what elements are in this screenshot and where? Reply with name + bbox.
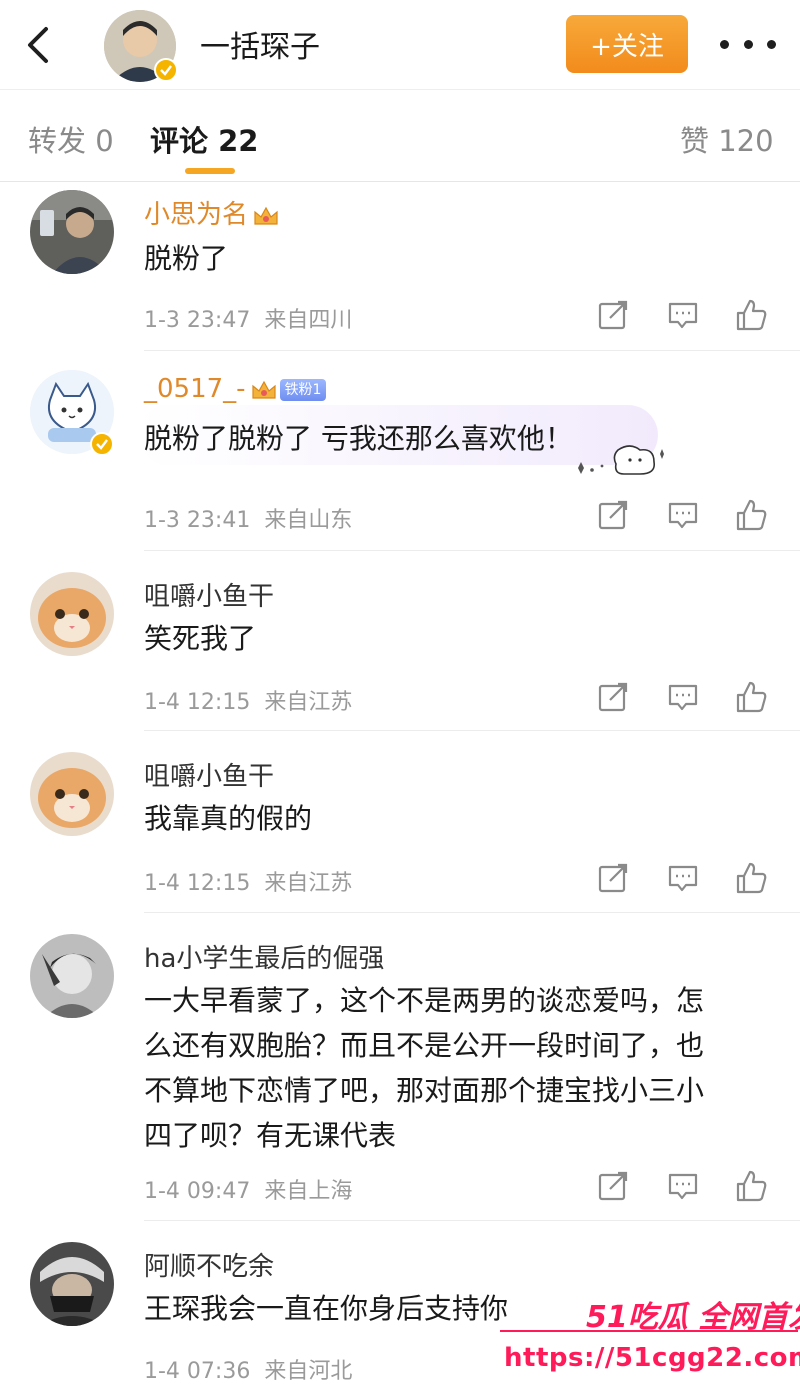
comment-text: 一大早看蒙了，这个不是两男的谈恋爱吗，怎 么还有双胞胎？而且不是公开一段时间了，…	[144, 978, 764, 1158]
dot-icon	[767, 39, 776, 49]
verified-badge-icon	[154, 58, 178, 82]
comment-actions	[596, 298, 776, 334]
thumbs-up-icon[interactable]	[734, 1169, 768, 1203]
comment-text: 脱粉了	[144, 242, 229, 275]
commenter-avatar[interactable]	[30, 190, 114, 274]
commenter-name[interactable]: 咀嚼小鱼干	[144, 576, 274, 613]
sparkle-bear-icon	[578, 445, 664, 475]
dot-icon	[743, 39, 753, 49]
commenter-name[interactable]: 小思为名	[144, 194, 280, 231]
tab-reposts[interactable]: 转发 0	[28, 118, 114, 160]
commenter-name[interactable]: 阿顺不吃余	[144, 1246, 274, 1283]
more-options-button[interactable]	[720, 26, 776, 62]
crown-badge-icon	[252, 204, 280, 228]
commenter-avatar[interactable]	[30, 934, 114, 1018]
share-icon[interactable]	[596, 680, 630, 714]
chevron-left-icon	[28, 27, 48, 63]
comment-text: 脱粉了脱粉了 亏我还那么喜欢他！	[144, 422, 573, 455]
share-icon[interactable]	[596, 861, 630, 895]
comment-text-line: 四了呗？有无课代表	[144, 1119, 397, 1152]
fan-level-badge: 铁粉1	[279, 378, 327, 401]
commenter-name[interactable]: 咀嚼小鱼干	[144, 756, 274, 793]
crown-badge-icon	[250, 378, 278, 402]
commenter-avatar[interactable]	[30, 572, 114, 656]
comment-meta: 1-4 12:15 来自江苏	[144, 690, 353, 715]
share-icon[interactable]	[596, 1169, 630, 1203]
comment-text-line: 么还有双胞胎？而且不是公开一段时间了，也	[144, 1029, 705, 1062]
comment-icon[interactable]	[666, 861, 700, 895]
tab-comments[interactable]: 评论 22	[150, 118, 258, 160]
commenter-avatar[interactable]	[30, 1242, 114, 1326]
comment-meta: 1-3 23:41 来自山东	[144, 508, 353, 533]
comment-meta: 1-4 12:15 来自江苏	[144, 871, 353, 896]
commenter-avatar[interactable]	[30, 752, 114, 836]
comment-text-line: 不算地下恋情了吧，那对面那个捷宝找小三小	[144, 1074, 705, 1107]
divider	[144, 550, 800, 551]
share-icon[interactable]	[596, 298, 630, 332]
commenter-name[interactable]: _0517_- 铁粉1	[144, 374, 327, 404]
comment-icon[interactable]	[666, 498, 700, 532]
thumbs-up-icon[interactable]	[734, 861, 768, 895]
tab-bar: 转发 0 评论 22 赞 120	[0, 90, 800, 182]
tab-likes[interactable]: 赞 120	[680, 118, 774, 160]
comment-meta: 1-4 07:36 来自河北	[144, 1359, 353, 1384]
divider	[144, 1220, 800, 1221]
watermark-url: https://51cgg22.com	[504, 1343, 800, 1373]
verified-badge-icon	[90, 432, 114, 456]
follow-button[interactable]: +关注	[566, 15, 688, 73]
comment-text-line: 一大早看蒙了，这个不是两男的谈恋爱吗，怎	[144, 984, 705, 1017]
comment-icon[interactable]	[666, 1169, 700, 1203]
divider	[144, 730, 800, 731]
top-bar: 一括琛子 +关注	[0, 0, 800, 90]
comment-meta: 1-3 23:47 来自四川	[144, 308, 353, 333]
commenter-name[interactable]: ha小学生最后的倔强	[144, 938, 384, 975]
comment-text: 我靠真的假的	[144, 802, 313, 835]
comment-actions	[596, 498, 776, 534]
comment-text: 笑死我了	[144, 622, 257, 655]
watermark-divider	[500, 1330, 798, 1332]
dot-icon	[720, 39, 729, 49]
comment-icon[interactable]	[666, 680, 700, 714]
back-button[interactable]	[18, 22, 58, 68]
divider	[144, 912, 800, 913]
share-icon[interactable]	[596, 498, 630, 532]
comment-icon[interactable]	[666, 298, 700, 332]
thumbs-up-icon[interactable]	[734, 298, 768, 332]
divider	[144, 350, 800, 351]
comment-actions	[596, 861, 776, 897]
comment-actions	[596, 680, 776, 716]
thumbs-up-icon[interactable]	[734, 680, 768, 714]
comment-actions	[596, 1169, 776, 1205]
active-tab-indicator	[185, 168, 235, 174]
author-name[interactable]: 一括琛子	[200, 22, 320, 66]
thumbs-up-icon[interactable]	[734, 498, 768, 532]
comment-meta: 1-4 09:47 来自上海	[144, 1179, 353, 1204]
